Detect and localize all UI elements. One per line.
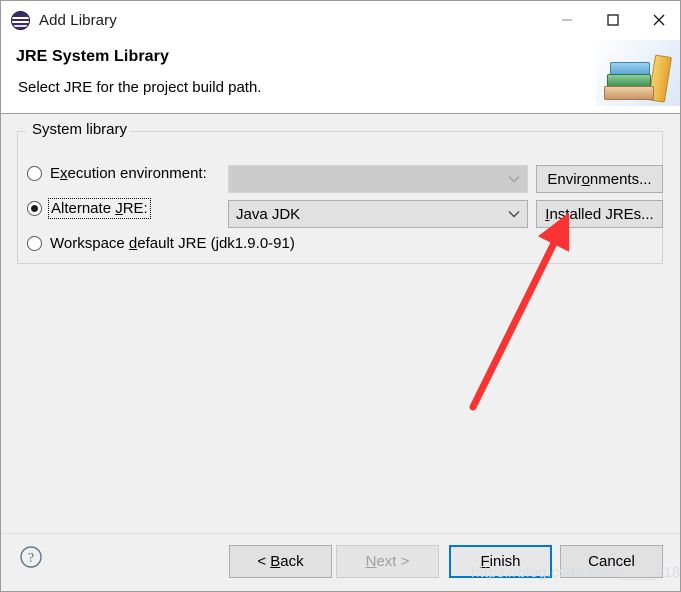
radio-workspace-default-jre[interactable]: Workspace default JRE (jdk1.9.0-91)	[27, 235, 295, 252]
label-part: Alternate	[51, 200, 116, 217]
radio-label: Alternate JRE:	[48, 198, 151, 219]
mnemonic-char: J	[115, 200, 123, 217]
button-label: < Back	[257, 553, 303, 570]
label-part: ack	[280, 553, 304, 570]
back-button[interactable]: < Back	[229, 545, 332, 578]
alternate-jre-combo[interactable]: Java JDK	[228, 200, 528, 228]
radio-indicator[interactable]	[27, 201, 42, 216]
button-label: Next >	[366, 553, 410, 570]
help-question-icon[interactable]: ?	[19, 545, 43, 569]
eclipse-ball-icon	[11, 10, 30, 30]
group-legend: System library	[28, 121, 132, 138]
label-part: E	[50, 165, 61, 182]
environments-button[interactable]: Environments...	[536, 165, 663, 193]
radio-label: Workspace default JRE (jdk1.9.0-91)	[50, 235, 295, 252]
label-part: <	[257, 553, 271, 570]
radio-indicator[interactable]	[27, 166, 42, 181]
page-subtitle: Select JRE for the project build path.	[18, 79, 262, 96]
label-part: Envir	[547, 170, 582, 188]
mnemonic-char: o	[581, 170, 590, 188]
next-button: Next >	[336, 545, 439, 578]
watermark: https://blog.csdn.net/c____c18	[471, 564, 681, 581]
title-bar: Add Library	[1, 1, 680, 39]
label-part: ext >	[376, 553, 410, 570]
window-title: Add Library	[39, 11, 117, 29]
radio-execution-environment[interactable]: Execution environment:	[27, 165, 207, 182]
mnemonic-char: N	[365, 553, 377, 570]
maximize-icon[interactable]	[590, 1, 636, 39]
label-part: RE:	[122, 200, 148, 217]
add-library-dialog: Add Library JRE System Library Select JR…	[0, 0, 681, 592]
installed-jres-button[interactable]: Installed JREs...	[536, 200, 663, 228]
mnemonic-char: x	[60, 165, 68, 182]
books-icon	[596, 40, 680, 106]
radio-alternate-jre[interactable]: Alternate JRE:	[27, 198, 151, 219]
button-label: Installed JREs...	[545, 206, 653, 223]
radio-indicator[interactable]	[27, 236, 42, 251]
label-part: Workspace	[50, 235, 129, 252]
svg-text:?: ?	[28, 551, 34, 566]
minimize-icon[interactable]	[544, 1, 590, 39]
radio-label: Execution environment:	[50, 165, 207, 182]
window-controls	[544, 1, 680, 39]
label-part: efault JRE (jdk1.9.0-91)	[137, 235, 295, 252]
label-part: nstalled JREs...	[549, 205, 654, 223]
mnemonic-char: d	[128, 235, 138, 252]
close-icon[interactable]	[636, 1, 680, 39]
chevron-down-icon	[501, 175, 527, 183]
page-title: JRE System Library	[16, 48, 169, 65]
mnemonic-char: B	[270, 553, 281, 570]
combo-value: Java JDK	[236, 205, 301, 223]
wizard-header: JRE System Library Select JRE for the pr…	[1, 39, 680, 114]
chevron-down-icon[interactable]	[501, 210, 527, 218]
label-part: ecution environment:	[67, 165, 207, 182]
dialog-footer: ? < Back Next > Finish Cancel	[1, 533, 680, 591]
label-part: nments...	[589, 170, 652, 188]
button-label: Environments...	[547, 171, 651, 188]
execution-environment-combo	[228, 165, 528, 193]
dialog-content: System library Execution environment: En…	[1, 115, 680, 533]
